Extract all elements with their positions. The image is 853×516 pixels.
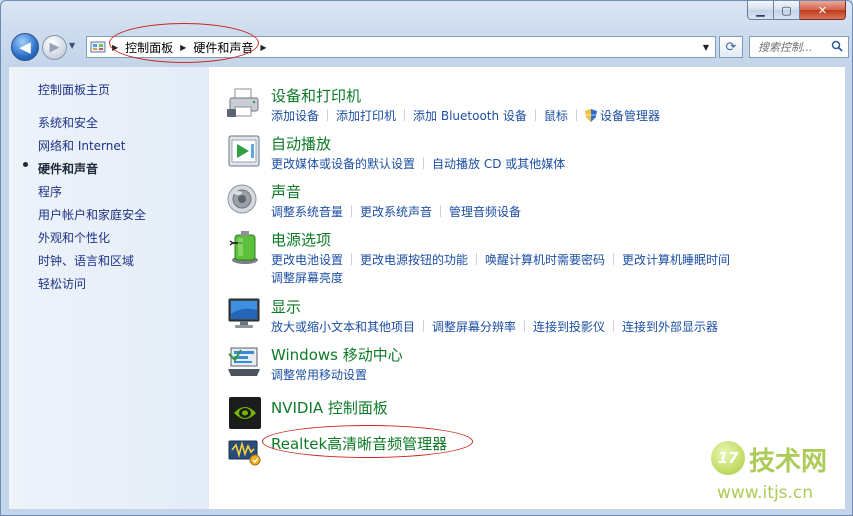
- link-separator: [534, 109, 536, 121]
- left-navigation-pane: 控制面板主页 系统和安全 网络和 Internet 硬件和声音 程序 用户帐户和…: [9, 67, 209, 509]
- search-input[interactable]: [750, 38, 828, 56]
- category-title[interactable]: Windows 移动中心: [271, 344, 403, 365]
- link-separator: [351, 205, 353, 217]
- link-change-sleep-time[interactable]: 更改计算机睡眠时间: [622, 253, 730, 267]
- battery-icon: [229, 231, 258, 264]
- link-device-manager[interactable]: 设备管理器: [600, 109, 660, 123]
- breadcrumb-arrow-icon[interactable]: ▶: [257, 43, 269, 52]
- refresh-button[interactable]: ⟳: [719, 36, 743, 58]
- category-links: 调整系统音量 更改系统声音 管理音频设备: [271, 203, 831, 221]
- sidebar-home-link[interactable]: 控制面板主页: [38, 81, 110, 98]
- category-links: 添加设备 添加打印机 添加 Bluetooth 设备 鼠标 设备管理器: [271, 107, 831, 125]
- link-autoplay-cd[interactable]: 自动播放 CD 或其他媒体: [432, 157, 565, 171]
- back-arrow-icon: ◀: [19, 38, 31, 56]
- maximize-button[interactable]: ▢: [774, 1, 800, 20]
- sidebar-item-appearance[interactable]: 外观和个性化: [38, 229, 110, 246]
- link-separator: [327, 109, 329, 121]
- category-title[interactable]: 显示: [271, 296, 301, 317]
- nvidia-icon: [229, 397, 261, 429]
- mobility-center-icon: [228, 347, 260, 376]
- realtek-audio-icon: [228, 440, 261, 466]
- forward-button[interactable]: ▶: [42, 35, 67, 60]
- sidebar-item-clock-language-region[interactable]: 时钟、语言和区域: [38, 252, 134, 269]
- link-separator: [524, 320, 526, 332]
- category-title[interactable]: 自动播放: [271, 133, 331, 154]
- link-adjust-brightness[interactable]: 调整屏幕亮度: [271, 271, 343, 285]
- caption-buttons: ▁ ▢ ✕: [747, 1, 846, 20]
- sidebar-item-hardware-sound[interactable]: 硬件和声音: [38, 160, 98, 177]
- speaker-icon: [227, 184, 257, 214]
- monitor-icon: [228, 298, 260, 328]
- search-icon[interactable]: [828, 40, 846, 55]
- printer-icon: [227, 88, 259, 117]
- breadcrumb-arrow-icon[interactable]: ▶: [109, 43, 121, 52]
- main-content-pane: 设备和打印机 添加设备 添加打印机 添加 Bluetooth 设备 鼠标 设备管理器 自…: [209, 67, 845, 509]
- link-adjust-volume[interactable]: 调整系统音量: [271, 205, 343, 219]
- category-title[interactable]: 设备和打印机: [271, 85, 361, 106]
- link-power-button-function[interactable]: 更改电源按钮的功能: [360, 253, 468, 267]
- link-adjust-mobility-settings[interactable]: 调整常用移动设置: [271, 368, 367, 382]
- close-button[interactable]: ✕: [800, 1, 846, 20]
- category-links: 调整常用移动设置: [271, 366, 831, 384]
- sidebar-item-system-security[interactable]: 系统和安全: [38, 114, 98, 131]
- link-add-device[interactable]: 添加设备: [271, 109, 319, 123]
- link-change-media-defaults[interactable]: 更改媒体或设备的默认设置: [271, 157, 415, 171]
- link-mouse[interactable]: 鼠标: [544, 109, 568, 123]
- sidebar-item-user-accounts[interactable]: 用户帐户和家庭安全: [38, 206, 146, 223]
- control-panel-window: ▁ ▢ ✕ ◀ ▶ ▼ ▶ 控制面板 ▶ 硬件和声音 ▶ ▼ ⟳ 搜索控制...…: [0, 0, 853, 516]
- link-connect-external-display[interactable]: 连接到外部显示器: [622, 320, 718, 334]
- minimize-button[interactable]: ▁: [747, 1, 774, 20]
- link-manage-audio-devices[interactable]: 管理音频设备: [449, 205, 521, 219]
- link-change-battery-settings[interactable]: 更改电池设置: [271, 253, 343, 267]
- control-panel-icon: [87, 37, 109, 57]
- link-separator: [423, 157, 425, 169]
- sidebar-item-programs[interactable]: 程序: [38, 183, 62, 200]
- link-separator: [423, 320, 425, 332]
- breadcrumb-control-panel[interactable]: 控制面板: [121, 37, 177, 57]
- address-bar[interactable]: ▶ 控制面板 ▶ 硬件和声音 ▶ ▼: [86, 36, 716, 58]
- recent-pages-button[interactable]: ▼: [69, 41, 75, 50]
- forward-arrow-icon: ▶: [49, 40, 60, 55]
- category-links: 放大或缩小文本和其他项目 调整屏幕分辨率 连接到投影仪 连接到外部显示器: [271, 318, 831, 336]
- link-add-printer[interactable]: 添加打印机: [336, 109, 396, 123]
- search-box[interactable]: [749, 36, 849, 58]
- link-separator: [575, 109, 577, 121]
- back-button[interactable]: ◀: [11, 33, 39, 61]
- category-title[interactable]: 声音: [271, 181, 301, 202]
- address-dropdown-button[interactable]: ▼: [697, 43, 715, 52]
- category-links: 更改媒体或设备的默认设置 自动播放 CD 或其他媒体: [271, 155, 831, 173]
- link-require-password-on-wake[interactable]: 唤醒计算机时需要密码: [485, 253, 605, 267]
- category-title[interactable]: 电源选项: [271, 229, 331, 250]
- link-connect-projector[interactable]: 连接到投影仪: [533, 320, 605, 334]
- category-links: 更改电池设置 更改电源按钮的功能 唤醒计算机时需要密码 更改计算机睡眠时间调整屏幕亮度: [271, 251, 831, 287]
- navigation-bar: ◀ ▶ ▼ ▶ 控制面板 ▶ 硬件和声音 ▶ ▼ ⟳: [9, 31, 849, 63]
- active-item-bullet: [23, 162, 28, 167]
- link-separator: [440, 205, 442, 217]
- category-title[interactable]: Realtek高清晰音频管理器: [271, 433, 447, 454]
- autoplay-icon: [228, 135, 260, 167]
- link-separator: [613, 320, 615, 332]
- link-change-system-sounds[interactable]: 更改系统声音: [360, 205, 432, 219]
- link-separator: [351, 253, 353, 265]
- refresh-icon: ⟳: [725, 39, 737, 55]
- link-add-bluetooth-device[interactable]: 添加 Bluetooth 设备: [413, 109, 527, 123]
- sidebar-item-ease-of-access[interactable]: 轻松访问: [38, 275, 86, 292]
- link-separator: [613, 253, 615, 265]
- link-text-size[interactable]: 放大或缩小文本和其他项目: [271, 320, 415, 334]
- sidebar-item-network-internet[interactable]: 网络和 Internet: [38, 137, 125, 154]
- category-title[interactable]: NVIDIA 控制面板: [271, 397, 388, 418]
- link-separator: [476, 253, 478, 265]
- link-separator: [404, 109, 406, 121]
- breadcrumb-hardware-and-sound[interactable]: 硬件和声音: [189, 37, 257, 57]
- uac-shield-icon: [584, 109, 597, 122]
- link-screen-resolution[interactable]: 调整屏幕分辨率: [432, 320, 516, 334]
- breadcrumb-arrow-icon[interactable]: ▶: [177, 43, 189, 52]
